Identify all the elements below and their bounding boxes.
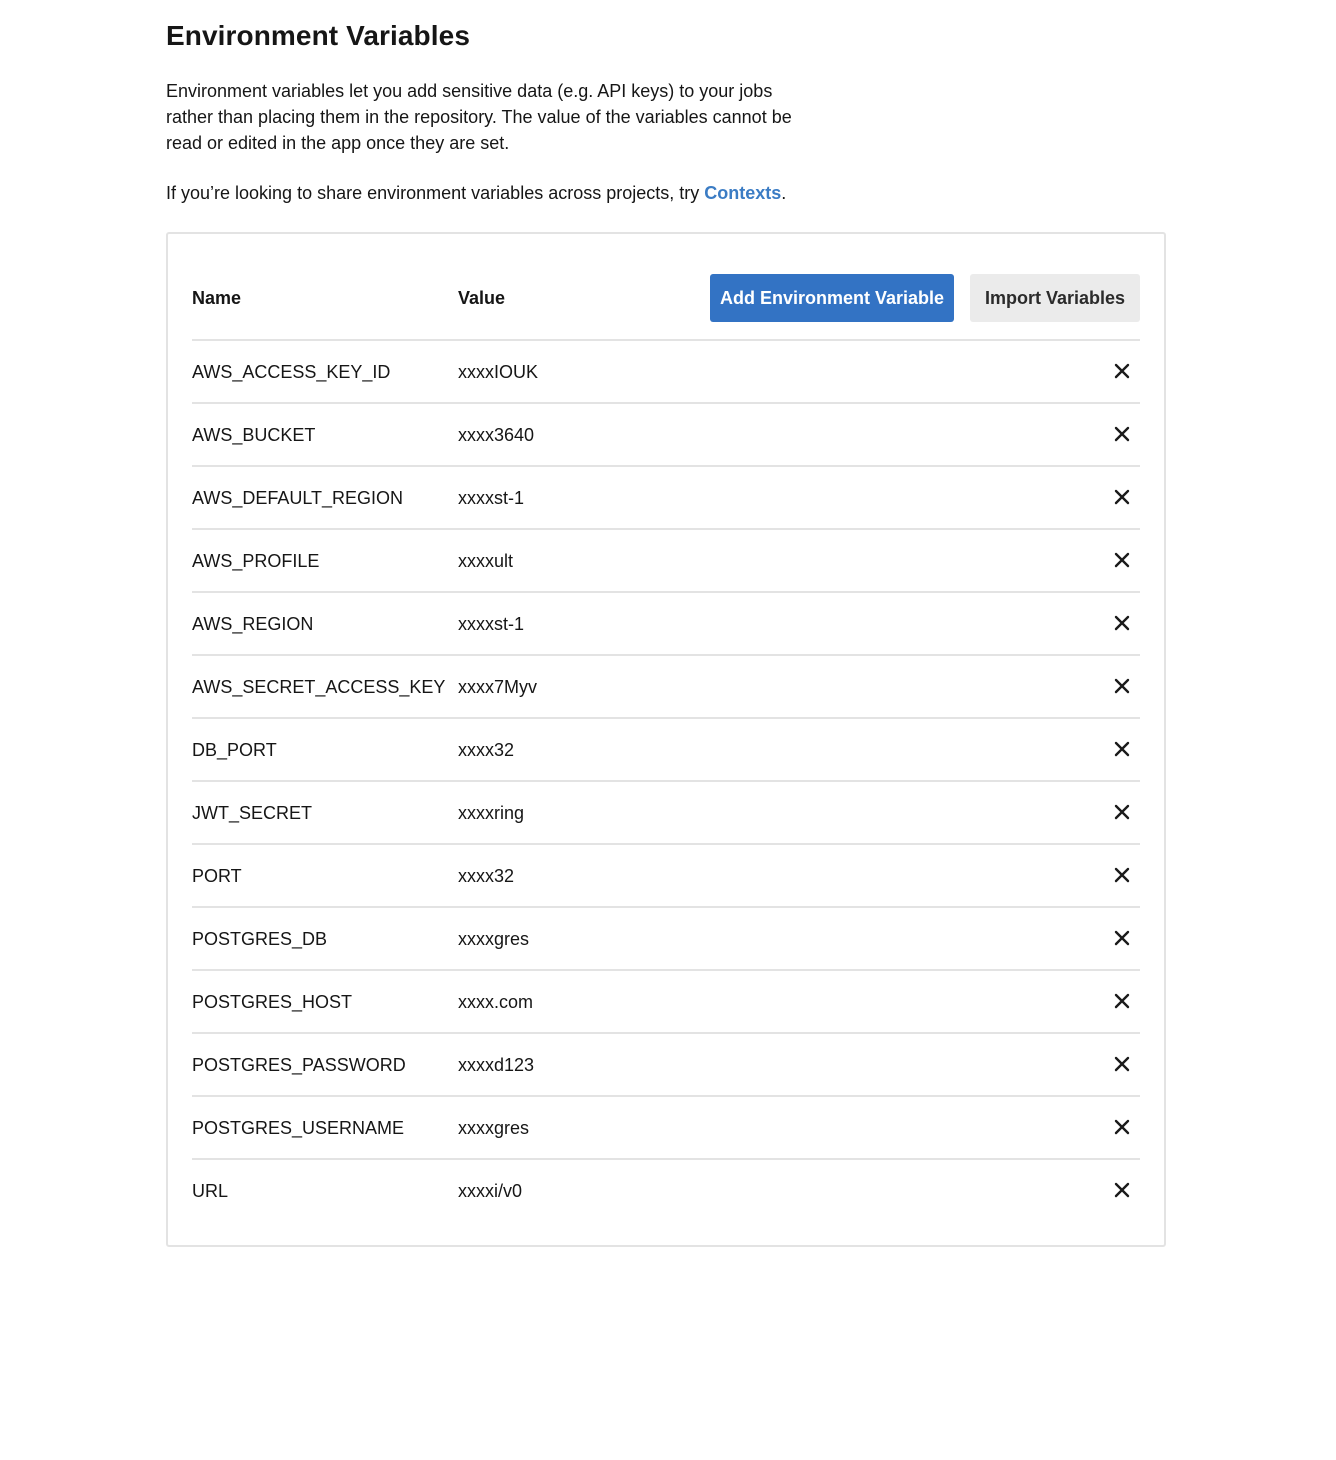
close-icon[interactable] — [1112, 739, 1132, 759]
variable-value: xxxxst-1 — [458, 488, 525, 508]
table-row: AWS_BUCKET xxxx3640 — [192, 404, 1140, 467]
table-body: AWS_ACCESS_KEY_ID xxxxIOUK AWS_BUCKET xxxx3… — [192, 341, 1140, 1221]
close-icon[interactable] — [1112, 1117, 1132, 1137]
variable-name: POSTGRES_DB — [192, 929, 328, 949]
close-icon[interactable] — [1112, 487, 1132, 507]
table-row: AWS_PROFILE xxxxult — [192, 530, 1140, 593]
table-row: AWS_DEFAULT_REGION xxxxst-1 — [192, 467, 1140, 530]
add-environment-variable-button[interactable]: Add Environment Variable — [710, 274, 954, 322]
variable-name: URL — [192, 1181, 229, 1201]
env-vars-card: Name Value Add Environment Variable Impo… — [166, 232, 1166, 1247]
variable-name: POSTGRES_USERNAME — [192, 1118, 405, 1138]
variable-value: xxxxult — [458, 551, 514, 571]
hint-text: If you’re looking to share environment v… — [166, 183, 705, 203]
variable-name: POSTGRES_HOST — [192, 992, 353, 1012]
close-icon[interactable] — [1112, 991, 1132, 1011]
close-icon[interactable] — [1112, 613, 1132, 633]
contexts-hint: If you’re looking to share environment v… — [166, 180, 786, 206]
variable-name: AWS_BUCKET — [192, 425, 316, 445]
close-icon[interactable] — [1112, 424, 1132, 444]
table-row: AWS_SECRET_ACCESS_KEY xxxx7Myv — [192, 656, 1140, 719]
close-icon[interactable] — [1112, 550, 1132, 570]
table-row: POSTGRES_PASSWORD xxxxd123 — [192, 1034, 1140, 1097]
variable-value: xxxx32 — [458, 866, 515, 886]
variable-value: xxxxIOUK — [458, 362, 539, 382]
column-header-name: Name — [192, 288, 242, 308]
close-icon[interactable] — [1112, 802, 1132, 822]
variable-value: xxxx.com — [458, 992, 534, 1012]
variable-name: AWS_PROFILE — [192, 551, 320, 571]
variable-name: AWS_REGION — [192, 614, 314, 634]
column-header-value: Value — [458, 288, 506, 308]
hint-suffix: . — [781, 183, 787, 203]
table-row: PORT xxxx32 — [192, 845, 1140, 908]
table-row: AWS_REGION xxxxst-1 — [192, 593, 1140, 656]
contexts-link[interactable]: Contexts — [704, 183, 781, 203]
env-vars-table: Name Value Add Environment Variable Impo… — [192, 274, 1140, 1221]
close-icon[interactable] — [1112, 928, 1132, 948]
page: Environment Variables Environment variab… — [0, 0, 1336, 1460]
variable-value: xxxxgres — [458, 929, 530, 949]
variable-name: AWS_SECRET_ACCESS_KEY — [192, 677, 446, 697]
page-title: Environment Variables — [166, 20, 470, 51]
table-row: URL xxxxi/v0 — [192, 1160, 1140, 1221]
variable-value: xxxxring — [458, 803, 525, 823]
variable-name: AWS_DEFAULT_REGION — [192, 488, 404, 508]
variable-name: POSTGRES_PASSWORD — [192, 1055, 406, 1075]
variable-value: xxxx32 — [458, 740, 515, 760]
variable-value: xxxxi/v0 — [458, 1181, 523, 1201]
table-row: JWT_SECRET xxxxring — [192, 782, 1140, 845]
close-icon[interactable] — [1112, 865, 1132, 885]
close-icon[interactable] — [1112, 1054, 1132, 1074]
variable-name: DB_PORT — [192, 740, 277, 760]
table-row: POSTGRES_USERNAME xxxxgres — [192, 1097, 1140, 1160]
variable-value: xxxxst-1 — [458, 614, 525, 634]
close-icon[interactable] — [1112, 676, 1132, 696]
table-header: Name Value Add Environment Variable Impo… — [192, 274, 1140, 341]
table-row: POSTGRES_DB xxxxgres — [192, 908, 1140, 971]
variable-value: xxxx3640 — [458, 425, 535, 445]
import-variables-button[interactable]: Import Variables — [970, 274, 1140, 322]
variable-value: xxxxgres — [458, 1118, 530, 1138]
page-description: Environment variables let you add sensit… — [166, 81, 792, 153]
table-row: AWS_ACCESS_KEY_ID xxxxIOUK — [192, 341, 1140, 404]
variable-name: AWS_ACCESS_KEY_ID — [192, 362, 391, 382]
variable-name: PORT — [192, 866, 242, 886]
variable-value: xxxxd123 — [458, 1055, 535, 1075]
close-icon[interactable] — [1112, 361, 1132, 381]
close-icon[interactable] — [1112, 1180, 1132, 1200]
table-row: DB_PORT xxxx32 — [192, 719, 1140, 782]
variable-name: JWT_SECRET — [192, 803, 313, 823]
variable-value: xxxx7Myv — [458, 677, 538, 697]
table-row: POSTGRES_HOST xxxx.com — [192, 971, 1140, 1034]
